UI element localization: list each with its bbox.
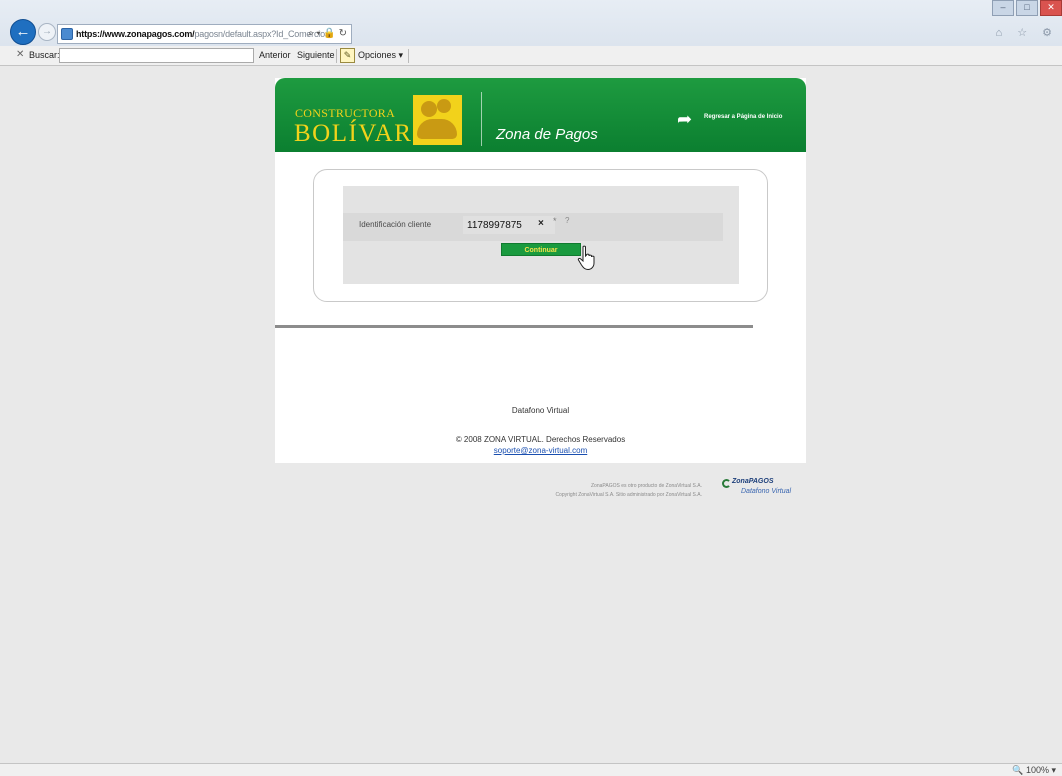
address-tools-icon[interactable]: ⌕ ▾ 🔒 ↻ [308,28,347,39]
clear-icon[interactable]: × [538,218,544,229]
close-window-button[interactable]: ✕ [1040,0,1062,16]
find-bar: ✕ Buscar: Anterior Siguiente ✎ Opciones … [0,46,1062,66]
datafono-text: Datafono Virtual [511,406,570,415]
zonapagos-logo-title: ZonaPAGOS [732,478,774,485]
support-email-link[interactable]: soporte@zona-virtual.com [275,446,806,455]
return-arrow-icon[interactable]: ➦ [677,109,699,129]
footer-legal: ZonaPAGOS es otro producto de ZonaVirtua… [466,482,702,500]
required-mark: * [553,216,557,226]
continue-button[interactable]: Continuar [501,243,581,256]
url-text[interactable]: https://www.zonapagos.com/pagosn/default… [76,29,330,39]
brand-top-text: CONSTRUCTORA [295,106,396,120]
id-row: Identificación cliente × * ? [343,213,723,241]
forward-button[interactable]: → [38,23,56,41]
pencil-icon[interactable]: ✎ [340,48,355,63]
minimize-button[interactable]: – [992,0,1014,16]
hand-cursor-icon [577,245,595,271]
product-line: ZonaPAGOS es otro producto de ZonaVirtua… [591,483,702,489]
id-label: Identificación cliente [359,220,432,229]
zonapagos-swirl-icon [722,479,731,488]
maximize-button[interactable]: □ [1016,0,1038,16]
find-previous-button[interactable]: Anterior [259,50,291,60]
section-title: Zona de Pagos [496,126,598,143]
help-icon[interactable]: ? [565,216,569,225]
find-options-button[interactable]: Opciones ▾ [358,50,403,61]
back-button[interactable]: ← [10,19,36,45]
header-divider [481,92,482,146]
find-input[interactable] [59,48,254,63]
login-panel: Identificación cliente × * ? Continuar [313,169,768,302]
form-area: Identificación cliente × * ? Continuar [343,186,739,284]
copyright-text: © 2008 ZONA VIRTUAL. Derechos Reservados [455,435,626,444]
page-icon [61,28,73,40]
bolivar-logo-icon [413,95,462,145]
home-favorites-settings-icons[interactable]: ⌂ ☆ ⚙ [996,26,1058,39]
brand-main-text: BOLÍVAR [294,120,413,147]
url-host: https://www.zonapagos.com/ [76,29,195,39]
browser-titlebar: ← → https://www.zonapagos.com/pagosn/def… [0,0,1062,46]
payment-site: CONSTRUCTORA BOLÍVAR Zona de Pagos ➦ Reg… [275,78,806,463]
find-divider [336,49,337,63]
zonapagos-logo-subtitle: Datafono Virtual [741,488,792,495]
find-next-button[interactable]: Siguiente [297,50,335,60]
return-home-link[interactable]: Regresar a Página de Inicio [704,114,782,120]
address-bar[interactable]: https://www.zonapagos.com/pagosn/default… [57,24,352,44]
zonapagos-logo: ZonaPAGOS Datafono Virtual [720,476,798,506]
site-header: CONSTRUCTORA BOLÍVAR Zona de Pagos ➦ Reg… [275,78,806,152]
copyright-line: Copyright ZonaVirtual S.A. Sitio adminis… [555,492,702,498]
divider-line [275,325,753,328]
zoom-level[interactable]: 🔍 100% ▾ [1012,765,1056,776]
window-controls: – □ ✕ [992,0,1062,16]
close-find-icon[interactable]: ✕ [16,49,24,60]
find-divider-end [408,49,409,63]
status-bar: 🔍 100% ▾ [0,763,1062,776]
find-label: Buscar: [29,50,60,60]
